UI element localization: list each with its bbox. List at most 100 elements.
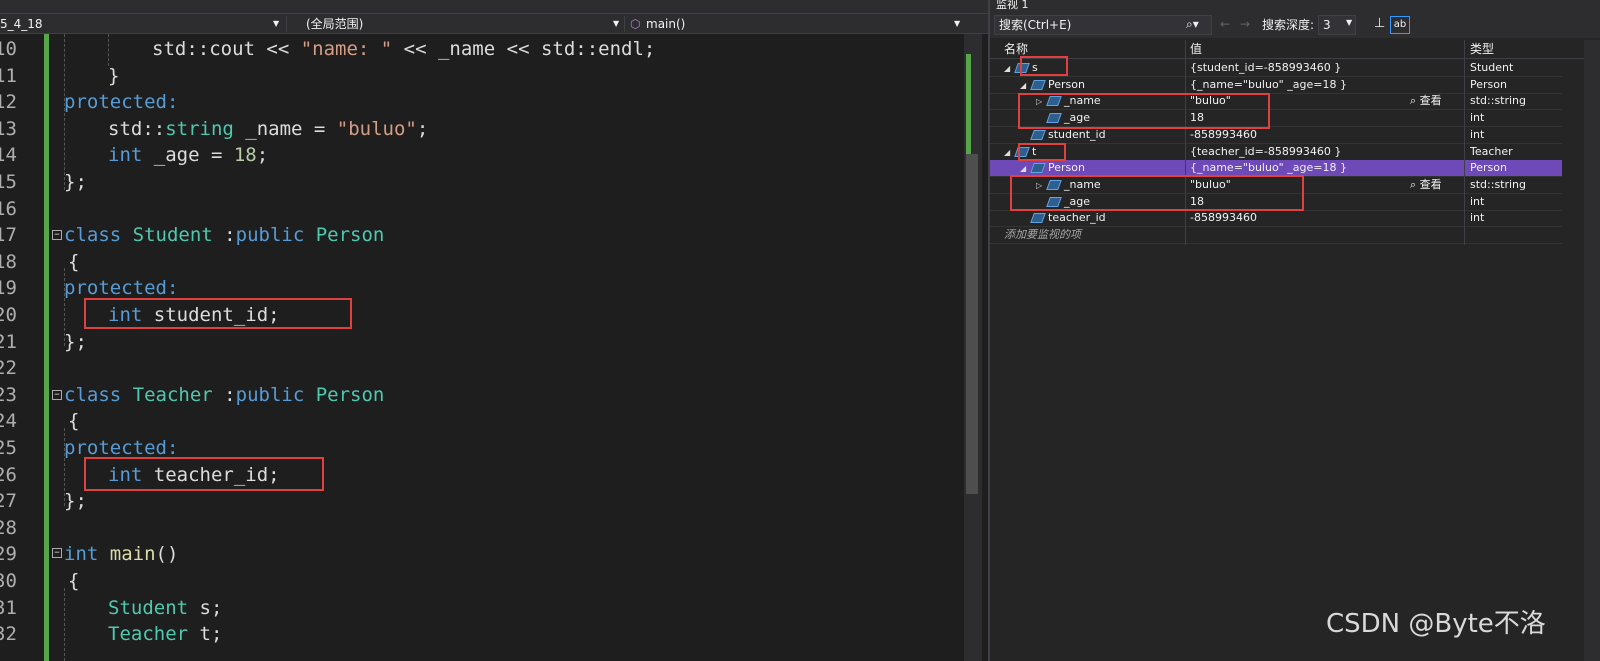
- function-dropdown[interactable]: main(): [646, 15, 936, 33]
- watch-value[interactable]: -858993460: [1190, 127, 1257, 143]
- column-value[interactable]: 值: [1176, 40, 1202, 59]
- code-token: class: [64, 383, 122, 406]
- expand-icon[interactable]: ◢: [1004, 145, 1016, 161]
- watch-name: student_id: [1048, 127, 1106, 141]
- code-token: Student: [132, 224, 213, 247]
- code-line[interactable]: }: [108, 63, 119, 89]
- watch-row[interactable]: ◢ t {teacher_id=-858993460 } Teacher: [990, 144, 1562, 161]
- search-icon[interactable]: ⌕▾: [1186, 17, 1199, 32]
- chevron-down-icon[interactable]: ▼: [613, 15, 619, 33]
- chevron-down-icon[interactable]: ▼: [954, 15, 960, 33]
- code-line[interactable]: class Student :public Person: [64, 222, 384, 248]
- divider: [286, 16, 287, 32]
- collapse-icon[interactable]: −: [52, 390, 62, 400]
- code-token: {: [68, 410, 80, 433]
- watch-type: int: [1470, 127, 1485, 141]
- column-divider: [1464, 40, 1465, 245]
- magnifier-icon: ⌕: [1410, 94, 1420, 108]
- code-token: :: [212, 224, 236, 247]
- line-number: 22: [0, 357, 17, 380]
- code-line[interactable]: {: [68, 249, 79, 275]
- editor-scrollbar[interactable]: [964, 34, 982, 661]
- watch-type: Student: [1470, 61, 1514, 74]
- line-number: 29: [0, 543, 17, 566]
- code-token: "name: ": [300, 38, 393, 60]
- view-button[interactable]: ⌕ 查看: [1410, 177, 1442, 193]
- code-token: protected:: [64, 277, 179, 300]
- pin-icon[interactable]: ⊥: [1374, 16, 1385, 31]
- code-token: };: [64, 171, 87, 193]
- code-line[interactable]: {: [68, 408, 79, 434]
- code-token: std::: [108, 117, 166, 140]
- column-divider: [1185, 40, 1186, 245]
- code-line[interactable]: int main(): [64, 541, 178, 567]
- back-arrow-icon[interactable]: ←: [1220, 17, 1230, 31]
- watch-name-cell[interactable]: teacher_id: [1020, 210, 1106, 226]
- project-dropdown[interactable]: 5_4_18: [0, 15, 270, 33]
- watch-value[interactable]: {teacher_id=-858993460 }: [1190, 144, 1341, 160]
- forward-arrow-icon[interactable]: →: [1240, 17, 1250, 31]
- column-type[interactable]: 类型: [1456, 40, 1494, 59]
- expand-icon[interactable]: ◢: [1004, 61, 1016, 77]
- search-input[interactable]: 搜索(Ctrl+E): [994, 15, 1212, 35]
- code-area[interactable]: 10 std::cout << "name: " << _name << std:…: [0, 34, 988, 661]
- code-line[interactable]: int _age = 18;: [108, 142, 268, 168]
- code-token: Teacher: [108, 623, 189, 646]
- hex-display-icon[interactable]: ab: [1390, 16, 1410, 34]
- line-number: 14: [0, 144, 17, 167]
- watch-type: int: [1470, 194, 1485, 208]
- add-watch-row[interactable]: 添加要监视的项: [990, 227, 1562, 244]
- highlight-box-student-id: [84, 298, 352, 329]
- code-token: std::cout <<: [152, 38, 301, 60]
- watch-row[interactable]: ◢ Person {_name="buluo" _age=18 } Person: [990, 77, 1562, 94]
- code-line[interactable]: {: [68, 568, 79, 594]
- navigation-bar: 5_4_18 ▼ (全局范围) ▼ ⬡ main() ▼: [0, 14, 988, 34]
- line-number: 27: [0, 490, 17, 513]
- chevron-down-icon[interactable]: ▼: [273, 15, 279, 33]
- code-line[interactable]: std::cout << "name: " << _name << std::e…: [152, 36, 655, 62]
- code-line[interactable]: Teacher t;: [108, 621, 222, 647]
- watch-type: int: [1470, 211, 1485, 225]
- watch-type: std::string: [1470, 94, 1527, 108]
- code-token: {: [68, 570, 80, 592]
- watch-value[interactable]: {student_id=-858993460 }: [1190, 60, 1341, 76]
- depth-label: 搜索深度:: [1262, 18, 1315, 32]
- watch-value[interactable]: {_name="buluo" _age=18 }: [1190, 160, 1347, 176]
- code-line[interactable]: protected:: [64, 89, 178, 115]
- watch-scrollbar[interactable]: [1584, 40, 1600, 661]
- expand-icon[interactable]: ◢: [1020, 78, 1032, 94]
- line-number: 17: [0, 224, 17, 247]
- code-token: Student: [108, 596, 189, 619]
- code-token: _age =: [142, 144, 234, 167]
- code-token: s;: [188, 596, 223, 619]
- scrollbar-thumb[interactable]: [966, 154, 978, 494]
- code-line[interactable]: };: [64, 329, 87, 355]
- code-line[interactable]: };: [64, 169, 87, 195]
- watch-name-cell[interactable]: ◢ Person: [1020, 77, 1085, 94]
- watch-value[interactable]: -858993460: [1190, 210, 1257, 226]
- view-button[interactable]: ⌕ 查看: [1410, 93, 1442, 109]
- scope-dropdown[interactable]: (全局范围): [306, 15, 606, 33]
- indent-guide: [64, 34, 65, 190]
- editor-tab-strip: [0, 0, 988, 14]
- collapse-icon[interactable]: −: [52, 548, 62, 558]
- chevron-down-icon[interactable]: ▼: [1346, 18, 1352, 27]
- watch-name: Person: [1048, 161, 1085, 175]
- code-line[interactable]: Student s;: [108, 595, 222, 621]
- watch-row[interactable]: ◢ s {student_id=-858993460 } Student: [990, 60, 1562, 77]
- watch-row[interactable]: teacher_id -858993460 int: [990, 210, 1562, 228]
- code-token: public: [235, 383, 305, 406]
- code-line[interactable]: std::string _name = "buluo";: [108, 116, 428, 142]
- code-editor[interactable]: 5_4_18 ▼ (全局范围) ▼ ⬡ main() ▼ 10 std::cout…: [0, 0, 988, 661]
- watch-value[interactable]: {_name="buluo" _age=18 }: [1190, 77, 1347, 93]
- code-line[interactable]: };: [64, 488, 87, 514]
- collapse-icon[interactable]: −: [52, 230, 62, 240]
- add-watch-label[interactable]: 添加要监视的项: [1004, 227, 1081, 243]
- watch-row[interactable]: student_id -858993460 int: [990, 127, 1562, 144]
- line-number: 21: [0, 330, 17, 353]
- code-line[interactable]: class Teacher :public Person: [64, 382, 384, 408]
- highlight-box-teacher-id: [84, 457, 324, 491]
- watch-name-cell[interactable]: student_id: [1020, 127, 1106, 143]
